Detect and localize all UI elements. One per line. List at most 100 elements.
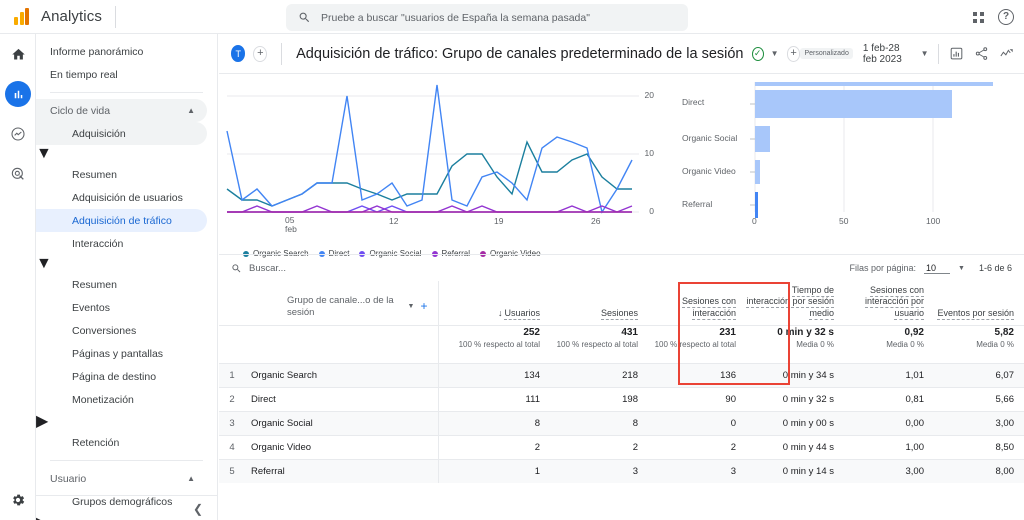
- column-header-sesiones-con-interaccion[interactable]: Sesiones con interacción: [648, 281, 746, 325]
- sidebar-item-label: Páginas y pantallas: [72, 347, 164, 360]
- cell-sesiones-por-usuario: 1,00: [905, 441, 925, 453]
- chevron-down-icon[interactable]: ▼: [958, 265, 965, 272]
- chevron-down-icon[interactable]: ▼: [771, 49, 779, 58]
- total-sesiones-por-usuario: 0,92 Media 0 %: [844, 325, 934, 363]
- sidebar-item-adquisicion-de-trafico[interactable]: Adquisición de tráfico: [36, 209, 207, 232]
- table-row[interactable]: 5 Referral 1 3 3 0 min y 14 s 3,00 8,00: [219, 459, 1024, 484]
- global-search-input[interactable]: Pruebe a buscar "usuarios de España la s…: [286, 4, 688, 31]
- column-header-label: Sesiones con interacción por usuario: [864, 285, 924, 320]
- sidebar-item-label: Monetización: [72, 393, 134, 406]
- brand-name: Analytics: [41, 8, 102, 25]
- add-dimension-icon[interactable]: +: [420, 299, 427, 314]
- x-tick-19: 19: [494, 216, 504, 226]
- rail-item-explore[interactable]: [0, 114, 36, 154]
- sidebar-item-pagina-de-destino[interactable]: Página de destino: [36, 365, 207, 388]
- chevron-down-icon[interactable]: ▼: [921, 49, 929, 58]
- sidebar-item-interaccion[interactable]: Interacción: [36, 232, 207, 255]
- sidebar-item-label: Página de destino: [72, 370, 157, 383]
- search-icon: [232, 263, 241, 272]
- sidebar-item-label: Adquisición: [72, 127, 126, 140]
- bar-referral: [755, 192, 758, 218]
- share-icon[interactable]: [974, 46, 989, 61]
- total-value: 231: [719, 326, 736, 338]
- date-range-value[interactable]: 1 feb-28 feb 2023: [863, 43, 904, 65]
- sidebar-item-label: Ciclo de vida: [50, 104, 111, 117]
- total-value: 5,82: [994, 326, 1014, 338]
- column-header-sesiones-interaccion-por-usuario[interactable]: Sesiones con interacción por usuario: [844, 281, 934, 325]
- column-header-tiempo-interaccion-medio[interactable]: Tiempo de interacción por sesión medio: [746, 281, 844, 325]
- cell-usuarios: 8: [437, 411, 550, 436]
- sidebar-item-en-tiempo-real[interactable]: En tiempo real: [36, 63, 207, 86]
- table-row[interactable]: 2 Direct 111 198 90 0 min y 32 s 0,81 5,…: [219, 387, 1024, 412]
- collapse-sidebar-button[interactable]: ❮: [36, 495, 217, 516]
- brand-divider: [114, 5, 116, 28]
- total-subtext: Media 0 %: [796, 339, 834, 349]
- row-index-header: [219, 281, 245, 325]
- insights-icon[interactable]: [949, 46, 964, 61]
- table-row[interactable]: 4 Organic Video 2 2 2 0 min y 44 s 1,00 …: [219, 435, 1024, 460]
- cell-sesiones-por-usuario: 1,01: [905, 369, 925, 381]
- table-totals-row: 252 100 % respecto al total 431 100 % re…: [219, 325, 1024, 364]
- sidebar-section-usuario[interactable]: Usuario ▲: [36, 467, 207, 490]
- sidebar-item-adquisicion[interactable]: Adquisición: [36, 122, 207, 145]
- table-row[interactable]: 1 Organic Search 134 218 136 0 min y 34 …: [219, 363, 1024, 388]
- bar-label-organic-video: Organic Video: [682, 166, 736, 176]
- sidebar-item-monetizacion[interactable]: Monetización: [36, 388, 207, 411]
- cell-eventos-por-sesion: 8,50: [995, 441, 1015, 453]
- rail-item-admin[interactable]: [0, 492, 36, 508]
- bar-x-tick-50: 50: [839, 216, 849, 226]
- cell-sesiones: 3: [632, 466, 638, 477]
- channel-bar-chart: Direct Organic Social Organic Video Refe…: [674, 82, 1024, 254]
- sidebar-item-eventos[interactable]: Eventos: [36, 296, 207, 319]
- column-header-label: Sesiones: [600, 307, 638, 320]
- avatar[interactable]: T: [231, 45, 246, 62]
- row-channel-name[interactable]: Organic Social: [245, 411, 438, 435]
- sidebar-section-ciclo-de-vida[interactable]: Ciclo de vida ▲: [36, 99, 207, 122]
- rows-per-page-label: Filas por página:: [849, 263, 917, 273]
- row-index: 2: [229, 393, 235, 405]
- sidebar-item-retencion[interactable]: Retención: [36, 431, 207, 454]
- sidebar-item-resumen-adquisicion[interactable]: Resumen: [36, 163, 207, 186]
- total-subtext: 100 % respecto al total: [556, 339, 638, 349]
- cell-eventos-por-sesion: 3,00: [995, 417, 1015, 429]
- rail-item-home[interactable]: [0, 34, 36, 74]
- sidebar-item-label: Resumen: [72, 278, 117, 291]
- rail-item-reports[interactable]: [0, 74, 36, 114]
- cell-sesiones: 218: [622, 369, 638, 381]
- column-header-eventos-por-sesion[interactable]: Eventos por sesión: [934, 281, 1024, 325]
- grid-apps-icon[interactable]: [973, 11, 984, 23]
- rail-item-advertising[interactable]: [0, 154, 36, 194]
- rows-per-page-value[interactable]: 10: [924, 263, 951, 274]
- table-row[interactable]: 3 Organic Social 8 8 0 0 min y 00 s 0,00…: [219, 411, 1024, 436]
- cell-sesiones-con-interaccion: 90: [725, 393, 736, 405]
- cell-sesiones: 198: [622, 393, 638, 405]
- total-value: 431: [621, 326, 638, 338]
- row-channel-name[interactable]: Organic Video: [245, 435, 438, 459]
- add-segment-button[interactable]: +: [786, 45, 801, 62]
- cell-tiempo-interaccion: 0 min y 34 s: [782, 369, 834, 381]
- row-channel-name[interactable]: Organic Search: [245, 363, 438, 387]
- bar-label-organic-social: Organic Social: [682, 133, 738, 143]
- rows-per-page-control: Filas por página: 10 ▼ 1-6 de 6: [849, 263, 1012, 274]
- sidebar-item-paginas-y-pantallas[interactable]: Páginas y pantallas: [36, 342, 207, 365]
- compare-trend-icon[interactable]: [999, 46, 1014, 61]
- column-header-usuarios[interactable]: ↓ Usuarios: [437, 281, 550, 326]
- search-icon: [299, 12, 310, 23]
- table-search-input[interactable]: Buscar...: [231, 263, 286, 274]
- dimension-header[interactable]: Grupo de canale...o de la sesión ▼ +: [245, 281, 438, 325]
- cell-sesiones: 2: [632, 441, 638, 453]
- row-channel-name[interactable]: Referral: [245, 459, 438, 483]
- sidebar-item-informe-panoramico[interactable]: Informe panorámico: [36, 40, 207, 63]
- sidebar-divider-2: [50, 460, 203, 461]
- table-search-placeholder: Buscar...: [249, 262, 286, 274]
- sidebar-item-conversiones[interactable]: Conversiones: [36, 319, 207, 342]
- sidebar-item-resumen-interaccion[interactable]: Resumen: [36, 273, 207, 296]
- y-tick-10: 10: [644, 148, 654, 158]
- column-header-sesiones[interactable]: Sesiones: [550, 281, 648, 325]
- sidebar-item-adquisicion-de-usuarios[interactable]: Adquisición de usuarios: [36, 186, 207, 209]
- help-icon[interactable]: ?: [998, 9, 1014, 25]
- sidebar-item-label: Conversiones: [72, 324, 137, 337]
- row-channel-name[interactable]: Direct: [245, 387, 438, 411]
- chevron-down-icon[interactable]: ▼: [408, 303, 415, 312]
- add-comparison-button[interactable]: +: [253, 45, 268, 62]
